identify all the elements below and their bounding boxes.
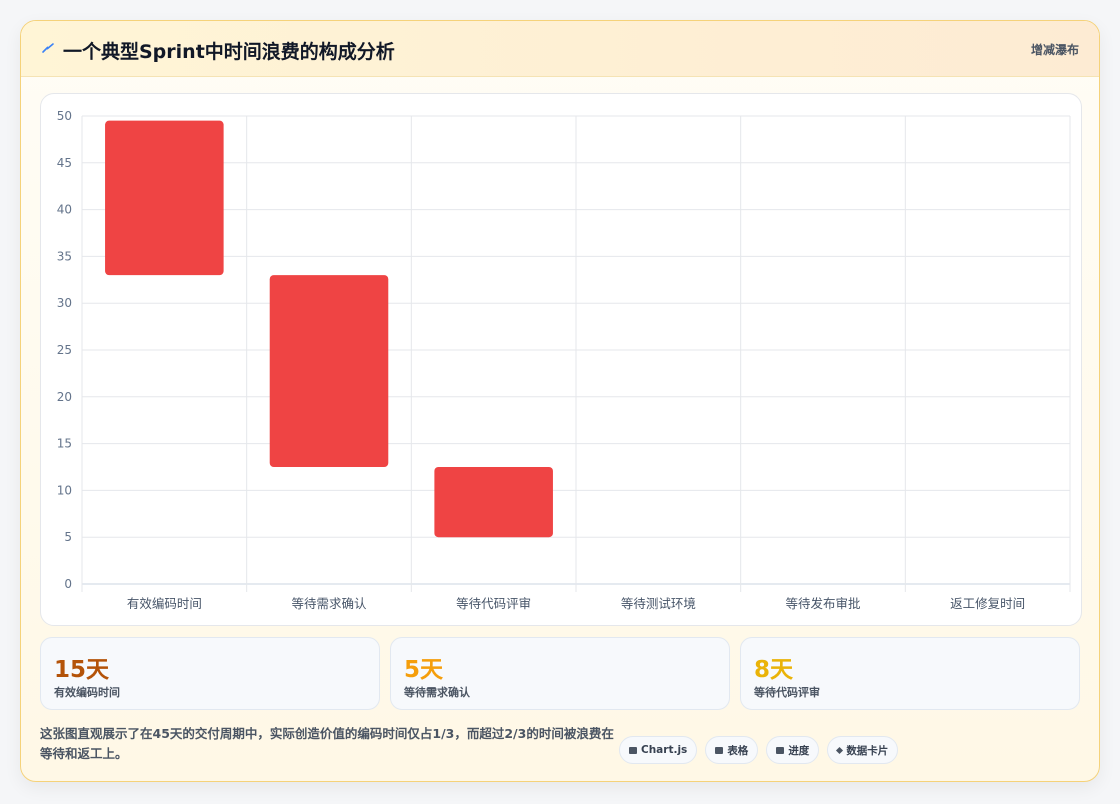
chip-progress[interactable]: 进度 (766, 736, 820, 764)
y-tick-label: 20 (57, 390, 72, 404)
waterfall-chart: 0 5 10 15 20 25 30 35 40 45 50 有效编码时间 等待需求确认 等待代码评审 等待… (57, 109, 1071, 611)
stat-value: 15天 (54, 657, 110, 683)
data-card-icon (836, 746, 844, 754)
chip-table[interactable]: 表格 (705, 736, 759, 764)
chip-label: 表格 (727, 744, 749, 757)
y-tick-label: 5 (64, 530, 72, 544)
x-tick-label: 返工修复时间 (950, 596, 1025, 611)
stat-value: 8天 (754, 657, 794, 683)
y-tick-label: 25 (57, 343, 72, 357)
stat-label: 等待代码评审 (754, 686, 820, 699)
chip-label: 数据卡片 (846, 744, 889, 757)
x-tick-label: 有效编码时间 (127, 596, 202, 611)
chart-card: 一个典型Sprint中时间浪费的构成分析 增减瀑布 0 5 10 15 20 25 30 35… (20, 20, 1100, 782)
chart-title: 一个典型Sprint中时间浪费的构成分析 (63, 41, 395, 63)
chart-icon (629, 746, 637, 754)
waterfall-bar (434, 467, 553, 538)
card-header: 一个典型Sprint中时间浪费的构成分析 增减瀑布 (21, 21, 1099, 77)
x-tick-label: 等待需求确认 (291, 596, 367, 611)
stat-card-requirements: 5天 等待需求确认 (390, 637, 730, 710)
lightning-icon (42, 43, 54, 53)
stat-card-coding: 15天 有效编码时间 (40, 637, 380, 710)
table-icon (715, 746, 724, 754)
chart-type-label[interactable]: 增减瀑布 (1031, 41, 1079, 58)
chart-panel: 0 5 10 15 20 25 30 35 40 45 50 有效编码时间 等待需求确认 等待代码评审 等待… (40, 93, 1082, 626)
y-tick-label: 35 (57, 249, 72, 263)
chip-label: Chart.js (641, 744, 688, 756)
chip-data-card[interactable]: 数据卡片 (827, 736, 899, 764)
y-tick-label: 45 (57, 156, 72, 170)
stat-label: 等待需求确认 (404, 686, 470, 699)
y-tick-label: 50 (57, 109, 72, 123)
chip-label: 进度 (788, 744, 810, 757)
feature-chips: Chart.js 表格 进度 数据卡片 (619, 736, 899, 764)
x-tick-label: 等待测试环境 (621, 596, 696, 611)
stat-value: 5天 (404, 657, 444, 683)
y-tick-label: 40 (57, 203, 72, 217)
y-tick-label: 30 (57, 296, 72, 310)
chart-description: 这张图直观展示了在45天的交付周期中，实际创造价值的编码时间仅占1/3，而超过2… (40, 726, 614, 761)
x-tick-label: 等待发布审批 (785, 596, 860, 611)
x-tick-label: 等待代码评审 (456, 596, 531, 611)
stat-label: 有效编码时间 (54, 686, 120, 699)
waterfall-bar (269, 275, 389, 467)
stat-card-review: 8天 等待代码评审 (740, 637, 1080, 710)
progress-icon (776, 746, 785, 754)
y-tick-label: 15 (57, 437, 72, 451)
chip-chartjs[interactable]: Chart.js (619, 736, 698, 764)
waterfall-bar (105, 120, 224, 276)
y-tick-label: 10 (57, 483, 72, 497)
y-tick-label: 0 (64, 577, 72, 591)
